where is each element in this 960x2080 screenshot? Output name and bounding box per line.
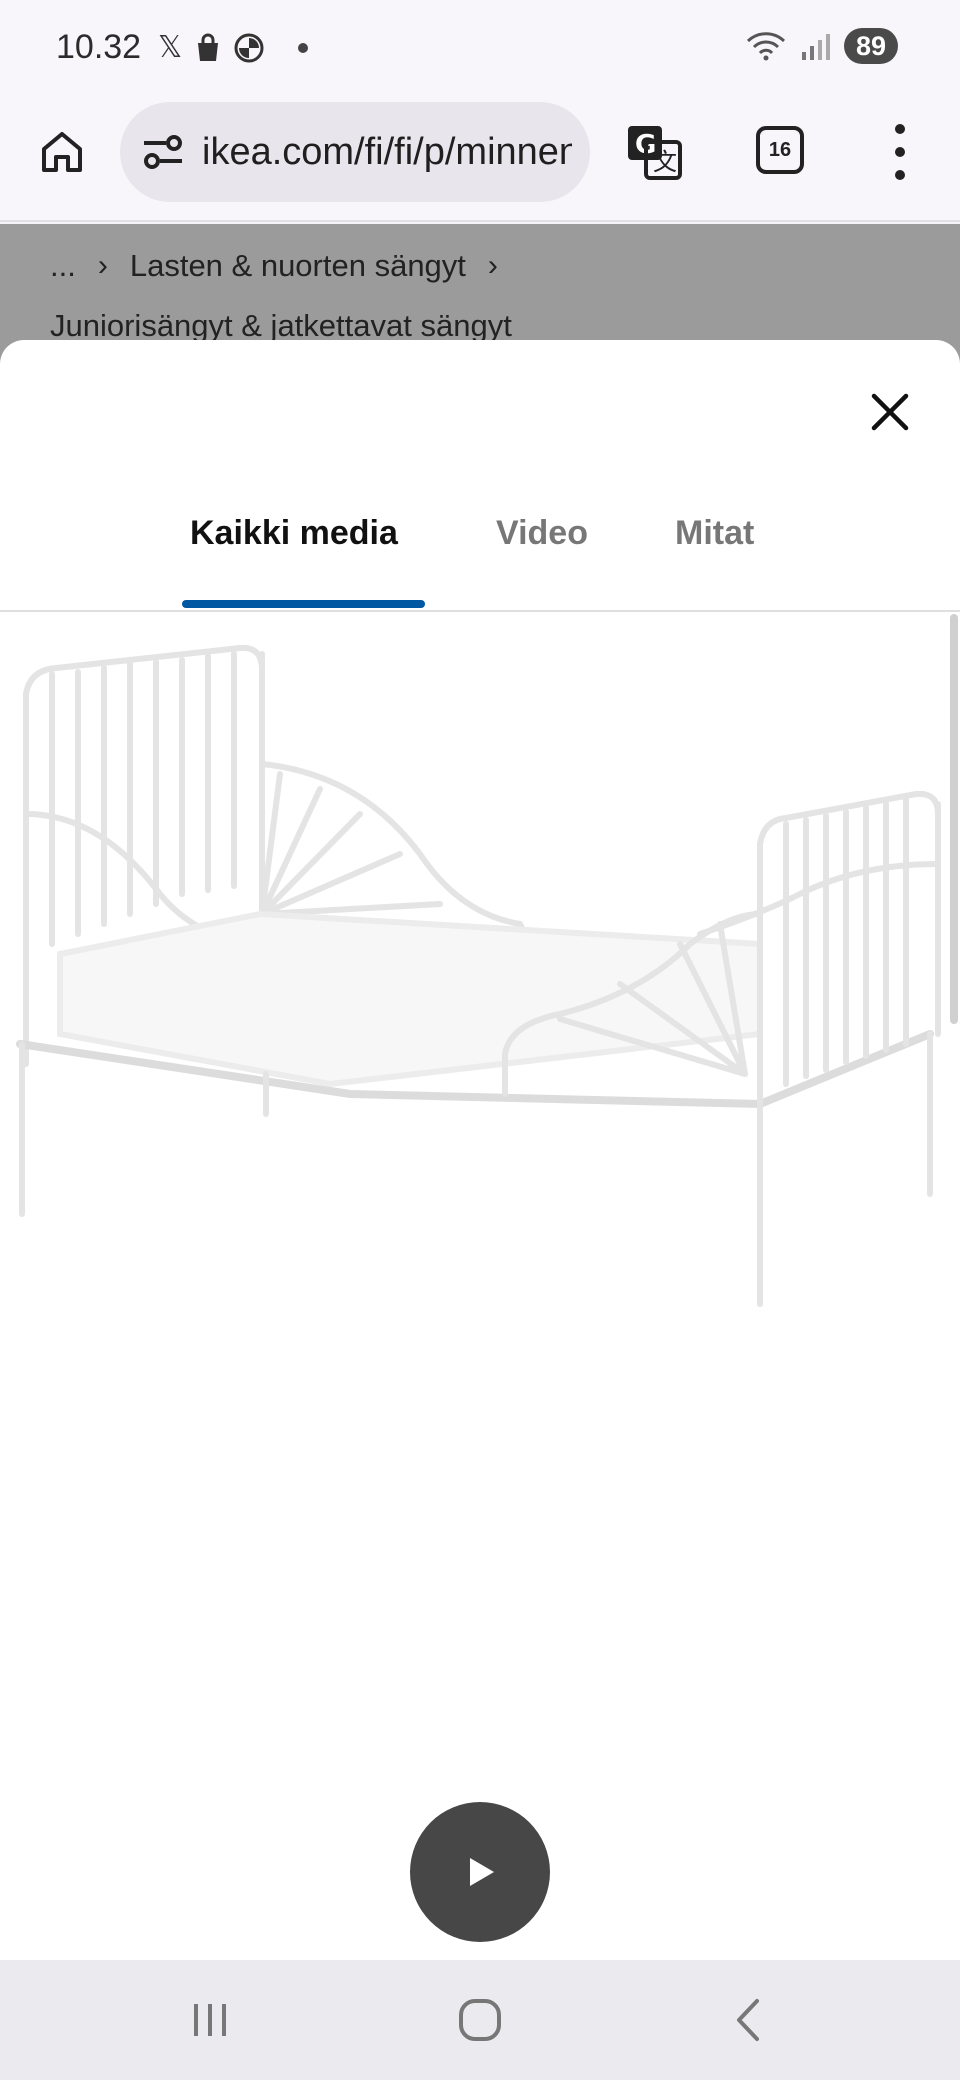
menu-dot xyxy=(895,124,905,134)
signal-icon xyxy=(801,34,830,60)
breadcrumb-item[interactable]: Lasten & nuorten sängyt xyxy=(130,236,466,296)
active-tab-indicator xyxy=(182,600,425,608)
menu-dot xyxy=(895,170,905,180)
shopping-bag-icon xyxy=(198,33,219,61)
system-indicators: 89 xyxy=(746,28,898,64)
tab-dimensions[interactable]: Mitat xyxy=(675,500,754,566)
chevron-right-icon: › xyxy=(487,249,498,282)
x-app-icon: 𝕏 xyxy=(158,31,183,64)
recent-apps-button[interactable] xyxy=(180,1990,240,2050)
media-scrollbar[interactable] xyxy=(950,614,958,1024)
close-icon xyxy=(871,393,909,431)
system-nav-bar xyxy=(0,1960,960,2080)
wifi-icon xyxy=(746,32,785,61)
notification-icons: 𝕏 xyxy=(158,30,309,65)
browser-menu-button[interactable] xyxy=(890,124,910,180)
bmw-icon xyxy=(234,33,264,62)
status-bar: 10.32 𝕏 89 xyxy=(0,0,960,98)
play-button[interactable] xyxy=(410,1802,550,1942)
extendable-bed-image xyxy=(16,644,941,1307)
media-tabs: Kaikki media Video Mitat xyxy=(0,500,960,612)
address-bar[interactable]: ikea.com/fi/fi/p/minnen xyxy=(120,102,590,202)
browser-toolbar: ikea.com/fi/fi/p/minnen G文 16 xyxy=(0,98,960,222)
svg-text:文: 文 xyxy=(653,148,677,176)
status-time: 10.32 xyxy=(56,28,142,66)
battery-indicator: 89 xyxy=(843,28,898,64)
back-icon xyxy=(737,1999,759,2041)
home-icon xyxy=(42,132,82,172)
breadcrumb: ... › Lasten & nuorten sängyt › Junioris… xyxy=(50,236,930,356)
media-modal: Kaikki media Video Mitat xyxy=(0,340,960,1960)
tab-switcher-button[interactable]: 16 xyxy=(756,126,804,174)
more-notifications-dot xyxy=(298,42,309,53)
home-button[interactable] xyxy=(34,124,90,180)
site-settings-icon[interactable] xyxy=(140,129,186,175)
menu-dot xyxy=(895,147,905,157)
close-button[interactable] xyxy=(868,390,912,434)
back-button[interactable] xyxy=(718,1990,778,2050)
translate-button[interactable]: G文 xyxy=(624,122,684,182)
play-icon xyxy=(470,1858,494,1886)
url-text[interactable]: ikea.com/fi/fi/p/minnen xyxy=(202,131,572,174)
breadcrumb-ellipsis[interactable]: ... xyxy=(50,236,76,296)
tab-all-media[interactable]: Kaikki media xyxy=(190,500,398,566)
recent-apps-icon xyxy=(194,2004,226,2036)
chevron-right-icon: › xyxy=(97,249,108,282)
product-image[interactable] xyxy=(0,614,960,1374)
home-nav-button[interactable] xyxy=(450,1990,510,2050)
tab-video[interactable]: Video xyxy=(496,500,588,566)
translate-icon: G文 xyxy=(628,126,682,180)
home-circle-icon xyxy=(459,1999,501,2041)
